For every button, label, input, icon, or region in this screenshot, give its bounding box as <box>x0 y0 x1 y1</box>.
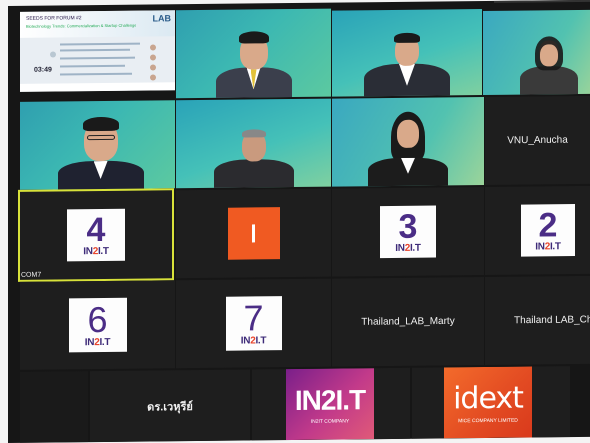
slide-text-line <box>60 64 125 68</box>
participant-video-tile[interactable] <box>176 188 331 279</box>
person-hair <box>238 31 269 44</box>
participant-name: Thailand_LAB_Marty <box>361 315 455 328</box>
participant-tile-thai[interactable]: ดร.เวหุรีย์ <box>90 369 250 443</box>
shared-screen-tile[interactable]: SEEDS FOR FORUM #2 Biotechnology Trends:… <box>20 10 175 92</box>
video-conference-grid: SEEDS FOR FORUM #2 Biotechnology Trends:… <box>8 0 590 443</box>
idext-company-logo: idext MICE COMPANY LIMITED <box>444 366 532 439</box>
participant-name: VNU_Anucha <box>507 134 568 147</box>
participant-tile-marty[interactable]: Thailand_LAB_Marty <box>332 277 484 367</box>
logo-card-3: 3 IN2I.T <box>380 205 436 259</box>
participant-name: ดร.เวหุรีย์ <box>147 400 193 414</box>
participant-video-tile[interactable] <box>20 100 175 190</box>
slide-timer: 03:49 <box>34 66 52 74</box>
top-bar <box>494 0 590 3</box>
person-hair <box>394 32 420 43</box>
participant-video-tile[interactable]: 7 IN2I.T <box>176 278 331 369</box>
idext-logo-caption: MICE COMPANY LIMITED <box>458 417 518 425</box>
participant-tile-com7[interactable]: 4 IN2I.T COM7 <box>18 188 174 282</box>
slide-photo <box>150 74 156 81</box>
person-head <box>397 119 419 148</box>
person-hair <box>82 116 119 132</box>
logo-card-7: 7 IN2I.T <box>225 296 282 351</box>
slide-footer <box>20 82 175 92</box>
participant-video-tile[interactable] <box>20 371 88 443</box>
participant-video-tile[interactable]: IN2I.T IN2IT COMPANY <box>252 367 410 441</box>
in2it-company-logo: IN2I.T IN2IT COMPANY <box>286 368 374 441</box>
participant-video-tile[interactable] <box>176 8 331 99</box>
slide-text-line <box>60 72 132 76</box>
participant-video-tile[interactable]: 6 IN2I.T <box>20 280 175 370</box>
participant-video-tile[interactable] <box>332 97 484 187</box>
participant-video-tile[interactable] <box>332 9 482 97</box>
card-number: 7 <box>243 297 264 339</box>
participant-person <box>213 99 294 189</box>
idext-logo-text: idext <box>453 380 523 417</box>
slide-text-line <box>60 56 135 60</box>
participant-person <box>519 10 579 96</box>
participant-person <box>368 97 448 187</box>
logo-card-6: 6 IN2I.T <box>68 297 127 353</box>
orange-logo-card <box>227 207 280 260</box>
card-brand: IN2I.T <box>83 245 109 258</box>
card-number: 3 <box>398 207 418 246</box>
suit-body <box>520 66 578 96</box>
slide-title: SEEDS FOR FORUM #2 <box>26 15 82 22</box>
card-brand: IN2I.T <box>84 336 111 349</box>
slide-photo <box>50 51 56 58</box>
logo-bar <box>252 224 255 243</box>
person-hair <box>241 129 266 138</box>
eyeglasses <box>86 134 115 141</box>
participant-person <box>214 9 294 99</box>
participant-name: Thailand LAB_Cha <box>514 314 590 327</box>
card-number: 2 <box>538 206 558 245</box>
person-face <box>540 44 558 67</box>
slide-photo <box>150 54 156 61</box>
participant-person <box>57 101 144 190</box>
card-number: 4 <box>86 210 106 250</box>
card-brand: IN2I.T <box>240 335 267 347</box>
card-number: 6 <box>87 298 108 341</box>
card-brand: IN2I.T <box>395 242 421 254</box>
slide-text-line <box>60 42 140 46</box>
participant-video-tile[interactable]: idext MICE COMPANY LIMITED <box>412 366 570 439</box>
participant-video-tile[interactable] <box>176 98 331 189</box>
participant-tile-lab-cha[interactable]: Thailand LAB_Cha <box>485 275 590 366</box>
participant-name: COM7 <box>21 271 42 279</box>
in2it-logo-text: IN2I.T <box>294 383 366 416</box>
participant-video-tile[interactable]: 2 IN2I.T <box>485 185 590 276</box>
logo-card-2: 2 IN2I.T <box>521 204 575 257</box>
participant-tile-vnu[interactable]: VNU_Anucha <box>485 95 590 186</box>
logo-card-4: 4 IN2I.T <box>67 208 125 262</box>
participant-video-tile[interactable]: 3 IN2I.T <box>332 187 484 277</box>
participant-person <box>362 9 452 97</box>
in2it-logo-caption: IN2IT COMPANY <box>310 417 350 425</box>
slide-photo <box>150 44 156 51</box>
slide-logo: LAB <box>152 13 172 24</box>
suit-body <box>213 159 294 189</box>
slide-photo <box>150 64 156 71</box>
card-brand: IN2I.T <box>535 241 561 253</box>
slide-text-line <box>60 48 130 52</box>
participant-video-tile[interactable] <box>483 9 590 96</box>
